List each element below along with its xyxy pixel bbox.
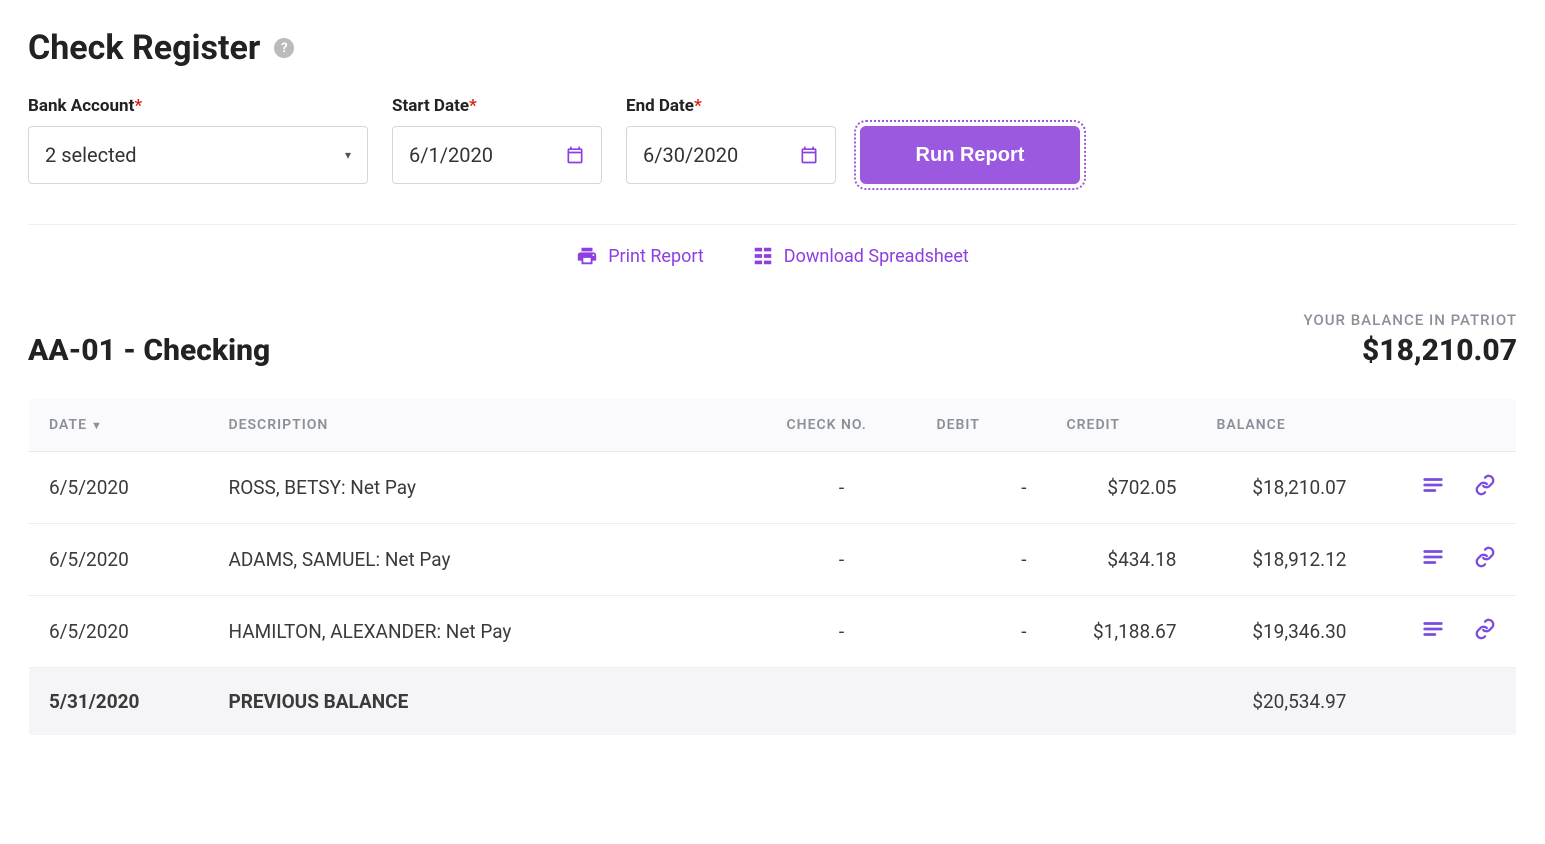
print-icon <box>576 245 598 267</box>
cell-balance: $20,534.97 <box>1197 668 1367 736</box>
cell-check-no <box>767 668 917 736</box>
col-header-debit[interactable]: DEBIT <box>917 399 1047 452</box>
cell-credit: $702.05 <box>1047 452 1197 524</box>
print-report-label: Print Report <box>608 246 704 267</box>
cell-balance: $19,346.30 <box>1197 596 1367 668</box>
balance-label: YOUR BALANCE IN PATRIOT <box>1303 311 1517 329</box>
cell-credit: $434.18 <box>1047 524 1197 596</box>
cell-actions <box>1367 596 1517 668</box>
bank-account-value: 2 selected <box>45 143 137 167</box>
start-date-field: Start Date* 6/1/2020 <box>392 96 602 184</box>
cell-date: 6/5/2020 <box>29 524 209 596</box>
required-asterisk: * <box>134 96 142 116</box>
end-date-label: End Date* <box>626 96 836 116</box>
end-date-input[interactable]: 6/30/2020 <box>626 126 836 184</box>
sort-desc-icon: ▼ <box>91 419 103 432</box>
required-asterisk: * <box>694 96 702 116</box>
download-spreadsheet-link[interactable]: Download Spreadsheet <box>752 245 969 267</box>
cell-check-no: - <box>767 524 917 596</box>
cell-balance: $18,912.12 <box>1197 524 1367 596</box>
bank-account-field: Bank Account* 2 selected ▾ <box>28 96 368 184</box>
balance-box: YOUR BALANCE IN PATRIOT $18,210.07 <box>1303 311 1517 368</box>
cell-check-no: - <box>767 452 917 524</box>
chevron-down-icon: ▾ <box>345 148 351 162</box>
bank-account-select[interactable]: 2 selected ▾ <box>28 126 368 184</box>
col-header-date[interactable]: DATE ▼ <box>29 399 209 452</box>
cell-debit: - <box>917 524 1047 596</box>
link-icon[interactable] <box>1474 546 1496 568</box>
help-icon[interactable]: ? <box>274 38 294 58</box>
cell-date: 6/5/2020 <box>29 596 209 668</box>
bank-account-label: Bank Account* <box>28 96 368 116</box>
previous-balance-row: 5/31/2020 PREVIOUS BALANCE $20,534.97 <box>29 668 1517 736</box>
download-spreadsheet-label: Download Spreadsheet <box>784 246 969 267</box>
col-header-balance[interactable]: BALANCE <box>1197 399 1367 452</box>
cell-actions <box>1367 668 1517 736</box>
bank-account-label-text: Bank Account <box>28 96 134 116</box>
cell-credit <box>1047 668 1197 736</box>
col-header-date-text: DATE <box>49 417 87 433</box>
table-row: 6/5/2020 ROSS, BETSY: Net Pay - - $702.0… <box>29 452 1517 524</box>
cell-description: HAMILTON, ALEXANDER: Net Pay <box>209 596 767 668</box>
balance-value: $18,210.07 <box>1303 333 1517 368</box>
cell-actions <box>1367 524 1517 596</box>
cell-debit: - <box>917 596 1047 668</box>
start-date-input[interactable]: 6/1/2020 <box>392 126 602 184</box>
cell-description: ROSS, BETSY: Net Pay <box>209 452 767 524</box>
cell-debit <box>917 668 1047 736</box>
col-header-credit[interactable]: CREDIT <box>1047 399 1197 452</box>
cell-credit: $1,188.67 <box>1047 596 1197 668</box>
register-table: DATE ▼ DESCRIPTION CHECK NO. DEBIT CREDIT… <box>28 398 1517 736</box>
col-header-description[interactable]: DESCRIPTION <box>209 399 767 452</box>
end-date-field: End Date* 6/30/2020 <box>626 96 836 184</box>
account-title: AA-01 - Checking <box>28 333 270 368</box>
calendar-icon[interactable] <box>799 145 819 165</box>
cell-check-no: - <box>767 596 917 668</box>
cell-actions <box>1367 452 1517 524</box>
cell-description: ADAMS, SAMUEL: Net Pay <box>209 524 767 596</box>
start-date-label-text: Start Date <box>392 96 469 116</box>
col-header-check-no[interactable]: CHECK NO. <box>767 399 917 452</box>
col-header-actions <box>1367 399 1517 452</box>
start-date-value: 6/1/2020 <box>409 143 493 167</box>
cell-description: PREVIOUS BALANCE <box>209 668 767 736</box>
account-heading-row: AA-01 - Checking YOUR BALANCE IN PATRIOT… <box>28 311 1517 368</box>
calendar-icon[interactable] <box>565 145 585 165</box>
memo-icon[interactable] <box>1422 546 1444 568</box>
memo-icon[interactable] <box>1422 474 1444 496</box>
end-date-value: 6/30/2020 <box>643 143 738 167</box>
required-asterisk: * <box>469 96 477 116</box>
cell-balance: $18,210.07 <box>1197 452 1367 524</box>
actions-bar: Print Report Download Spreadsheet <box>28 224 1517 267</box>
end-date-label-text: End Date <box>626 96 694 116</box>
start-date-label: Start Date* <box>392 96 602 116</box>
link-icon[interactable] <box>1474 474 1496 496</box>
table-row: 6/5/2020 ADAMS, SAMUEL: Net Pay - - $434… <box>29 524 1517 596</box>
cell-date: 6/5/2020 <box>29 452 209 524</box>
spreadsheet-icon <box>752 245 774 267</box>
print-report-link[interactable]: Print Report <box>576 245 704 267</box>
memo-icon[interactable] <box>1422 618 1444 640</box>
table-row: 6/5/2020 HAMILTON, ALEXANDER: Net Pay - … <box>29 596 1517 668</box>
run-report-button[interactable]: Run Report <box>860 126 1080 184</box>
link-icon[interactable] <box>1474 618 1496 640</box>
page-title: Check Register <box>28 28 260 68</box>
cell-debit: - <box>917 452 1047 524</box>
cell-date: 5/31/2020 <box>29 668 209 736</box>
filters-row: Bank Account* 2 selected ▾ Start Date* 6… <box>28 96 1517 184</box>
